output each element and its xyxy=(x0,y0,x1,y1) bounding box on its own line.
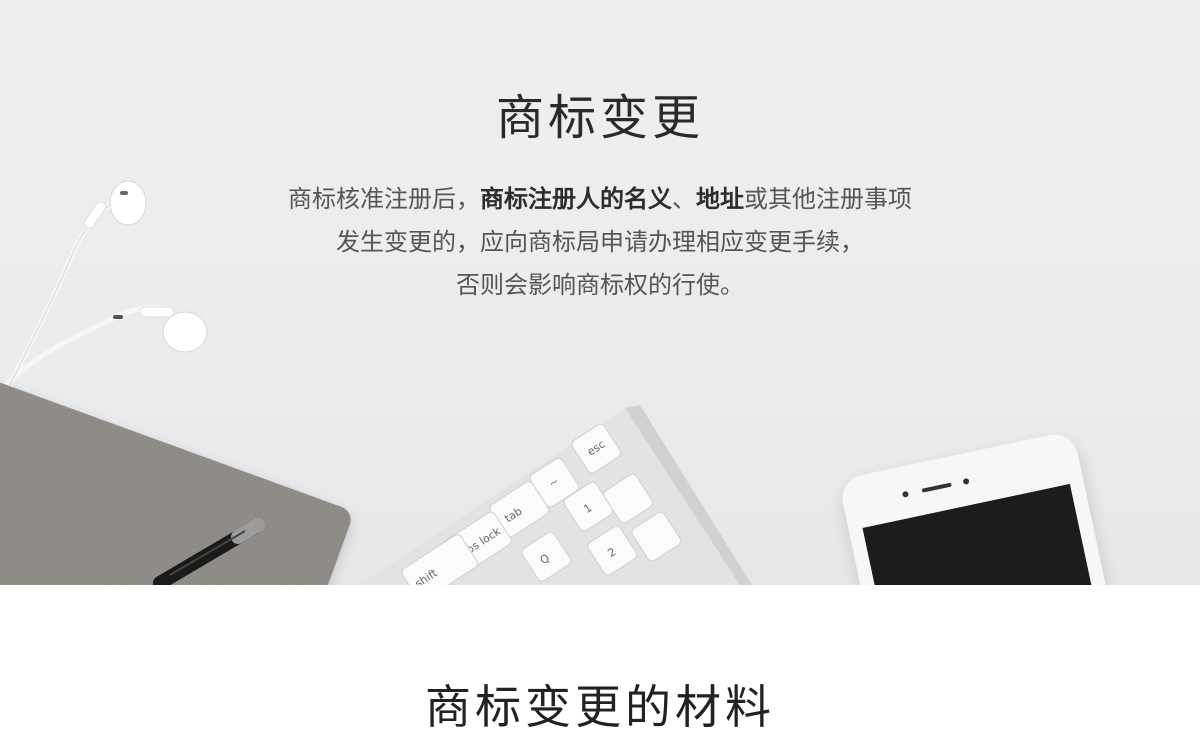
desc-text: 、 xyxy=(672,185,696,213)
smartphone-image xyxy=(838,430,1115,585)
hero-banner: esc ~ tab 1 caps lock shift Q 2 商标变更 商标核… xyxy=(0,0,1200,585)
phone-camera-icon xyxy=(901,490,910,498)
desc-text: 商标核准注册后， xyxy=(288,185,480,213)
hero-title: 商标变更 xyxy=(495,90,704,146)
hero-description-line-1: 商标核准注册后，商标注册人的名义、地址或其他注册事项 xyxy=(0,178,1200,221)
hero-description-line-3: 否则会影响商标权的行使。 xyxy=(456,271,744,299)
hero-description: 商标核准注册后，商标注册人的名义、地址或其他注册事项 发生变更的，应向商标局申请… xyxy=(0,178,1200,307)
hero-description-line-2: 发生变更的，应向商标局申请办理相应变更手续， xyxy=(336,228,864,256)
phone-sensor-icon xyxy=(962,477,970,485)
pen-image xyxy=(153,518,265,585)
desc-highlight-address: 地址 xyxy=(696,185,744,213)
desc-text: 或其他注册事项 xyxy=(744,185,912,213)
materials-section-title: 商标变更的材料 xyxy=(425,680,775,734)
phone-screen xyxy=(862,483,1104,585)
desc-highlight-name: 商标注册人的名义 xyxy=(480,185,672,213)
phone-speaker-icon xyxy=(921,482,952,493)
keyboard-image: esc ~ tab 1 caps lock shift Q 2 xyxy=(360,405,752,585)
